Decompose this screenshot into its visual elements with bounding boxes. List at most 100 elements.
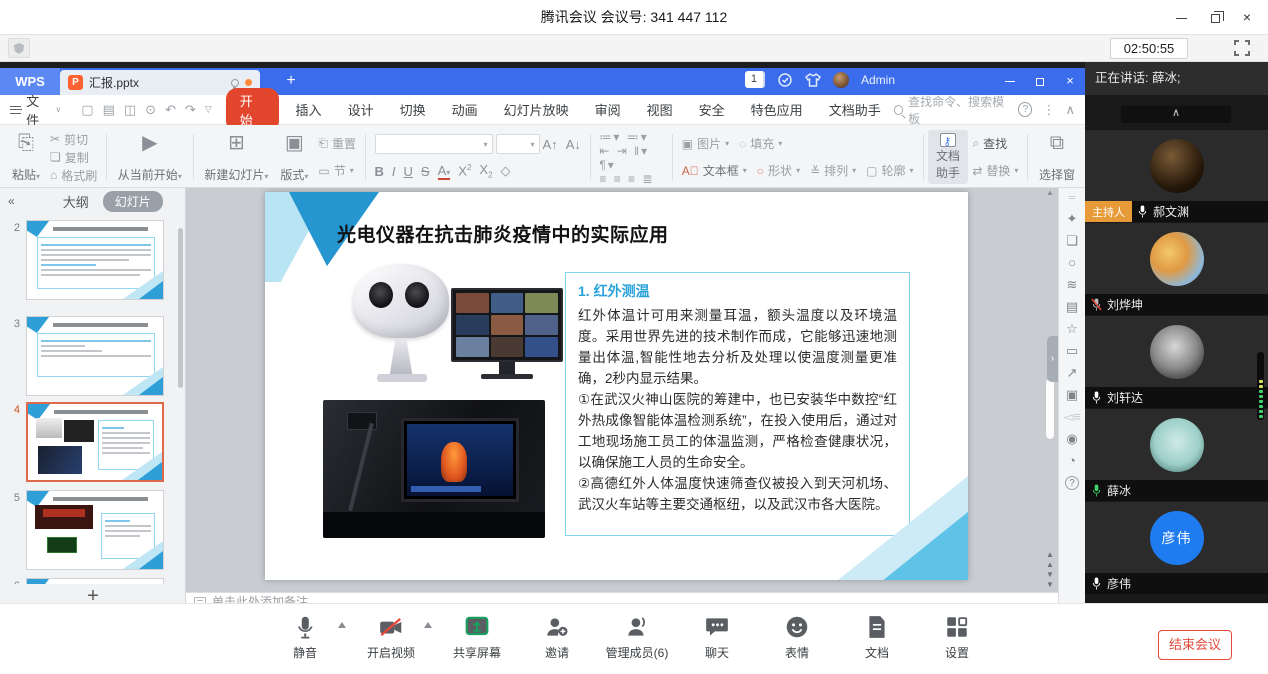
invite-button[interactable]: 邀请 [524,614,590,661]
command-search[interactable]: 查找命令、搜索模板 [894,93,1009,127]
bold-button[interactable]: B [375,164,384,179]
outline-button[interactable]: ▢轮廓▾ [866,162,913,179]
tab-security[interactable]: 安全 [686,100,738,119]
doc-count-badge[interactable]: 1 [745,71,765,88]
superscript-button[interactable]: X2 [458,163,471,178]
collapse-panel-button[interactable]: « [8,194,15,208]
object-properties-icon[interactable]: ≋ [1067,278,1078,291]
shape-tool-icon[interactable]: ○ [1068,256,1076,269]
decrease-font-button[interactable]: A↓ [566,137,581,152]
shape-button[interactable]: ○形状▾ [757,162,800,179]
slide-layout-icon[interactable]: ❏ [1066,234,1078,247]
print-icon[interactable]: ▤ [103,102,115,118]
italic-button[interactable]: I [392,164,396,179]
slide-thumbnail-5[interactable] [26,490,164,570]
fullscreen-icon[interactable] [1234,40,1250,56]
cut-button[interactable]: ✂剪切 [50,131,97,148]
slide-thumbnail-2[interactable] [26,220,164,300]
expand-panel-handle[interactable]: › [1047,336,1058,382]
sidebar-scrollbar[interactable] [178,228,183,388]
more-icon[interactable]: ⋮ [1042,102,1055,118]
redo-icon[interactable]: ↷ [185,102,196,118]
participant-tile[interactable]: 主持人 郝文渊 [1085,130,1268,222]
participant-tile[interactable]: 彦伟 彦伟 [1085,502,1268,594]
export-icon[interactable]: ◫ [124,102,136,118]
replace-button[interactable]: ⇄替换▾ [972,162,1018,179]
shield-icon[interactable] [8,38,30,58]
restore-button[interactable] [1198,0,1232,34]
share-icon[interactable]: ↗ [1067,366,1078,379]
participant-tile[interactable]: 刘烨坤 [1085,223,1268,315]
customize-quickbar-icon[interactable]: ▽ [205,104,212,115]
video-options-arrow[interactable] [424,622,432,628]
layout-button[interactable]: ▣版式▾ [274,130,314,184]
picture-button[interactable]: ▣图片▾ [682,135,729,152]
wps-restore-button[interactable] [1025,68,1055,94]
fill-button[interactable]: ◌填充▾ [739,135,782,152]
close-button[interactable]: × [1230,0,1264,34]
canvas-scrollbar[interactable]: ▲ [1044,188,1056,592]
account-name[interactable]: Admin [861,73,895,87]
current-slide[interactable]: 光电仪器在抗击肺炎疫情中的实际应用 [265,192,968,580]
audio-icon[interactable]: ◅≡ [1063,410,1081,423]
save-icon[interactable]: ▢ [81,102,93,118]
tab-insert[interactable]: 插入 [283,100,335,119]
tab-animation[interactable]: 动画 [439,100,491,119]
align-buttons-row[interactable]: ≡ ≡ ≡ ≣ ⇳ ≋▾ [599,172,663,188]
font-name-combo[interactable]: ▾ [375,134,493,154]
wps-close-button[interactable]: × [1055,68,1085,94]
cloud-sync-icon[interactable] [777,72,793,88]
wps-minimize-button[interactable] [995,68,1025,94]
history-icon[interactable]: ◔ [1068,454,1076,467]
preview-icon[interactable]: ⊙ [145,102,156,118]
skin-icon[interactable] [805,72,821,88]
list-buttons-row[interactable]: ≔▾ ≕▾ ⇤ ⇥ ‖▾ ¶▾ [599,130,663,172]
start-video-button[interactable]: 开启视频 [358,614,424,661]
clear-format-icon[interactable]: ◇ [501,163,511,179]
scrollbar-thumb[interactable] [1045,378,1055,440]
section-button[interactable]: ▭节▾ [318,162,356,179]
slide-thumbnail-4-selected[interactable] [26,402,164,482]
docs-button[interactable]: 文档 [844,614,910,661]
doc-assistant-button[interactable]: 文档助手 [928,130,968,184]
comment-pane-icon[interactable]: ▭ [1066,344,1078,357]
tab-transition[interactable]: 切换 [387,100,439,119]
tab-slideshow[interactable]: 幻灯片放映 [491,100,582,119]
font-color-button[interactable]: A▾ [438,163,451,180]
favorites-icon[interactable]: ☆ [1066,322,1078,335]
help-icon[interactable]: ? [1018,102,1032,117]
underline-button[interactable]: U [404,164,413,179]
reset-button[interactable]: ⎗重置 [318,135,356,152]
mic-options-arrow[interactable] [338,622,346,628]
strike-button[interactable]: S [421,164,430,179]
increase-font-button[interactable]: A↑ [543,137,558,152]
tab-doc-assistant[interactable]: 文档助手 [816,100,894,119]
arrange-button[interactable]: ≚排列▾ [810,162,856,179]
undo-icon[interactable]: ↶ [165,102,176,118]
new-slide-button[interactable]: ⊞新建幻灯片▾ [198,130,274,184]
mute-button[interactable]: 静音 [272,614,338,661]
participant-tile[interactable]: 薛冰 [1085,409,1268,501]
animation-pane-icon[interactable]: ✦ [1067,212,1078,225]
tab-view[interactable]: 视图 [634,100,686,119]
medal-icon[interactable]: ◉ [1066,432,1077,445]
share-screen-button[interactable]: 共享屏幕 [444,614,510,661]
settings-button[interactable]: 设置 [924,614,990,661]
new-tab-button[interactable]: + [280,72,302,90]
copy-button[interactable]: ❏复制 [50,149,97,166]
subscript-button[interactable]: X2 [479,162,492,180]
font-size-combo[interactable]: ▾ [496,134,540,154]
manage-members-button[interactable]: 管理成员(6) [604,614,670,661]
tab-slides[interactable]: 幻灯片 [103,191,163,212]
end-meeting-button[interactable]: 结束会议 [1158,630,1232,660]
picture-pane-icon[interactable]: ▣ [1066,388,1078,401]
file-menu[interactable]: 文件∨ [0,91,71,129]
paste-button[interactable]: ⎘粘贴▾ [6,130,46,184]
play-from-current-button[interactable]: ▶从当前开始▾ [112,130,188,184]
textbox-button[interactable]: A⃞文本框▾ [682,162,747,179]
emoji-button[interactable]: 表情 [764,614,830,661]
account-avatar[interactable] [833,72,849,88]
help-panel-icon[interactable]: ? [1065,476,1079,490]
tab-special-features[interactable]: 特色应用 [738,100,816,119]
selection-pane-button[interactable]: ⧉选择窗 [1033,130,1081,184]
